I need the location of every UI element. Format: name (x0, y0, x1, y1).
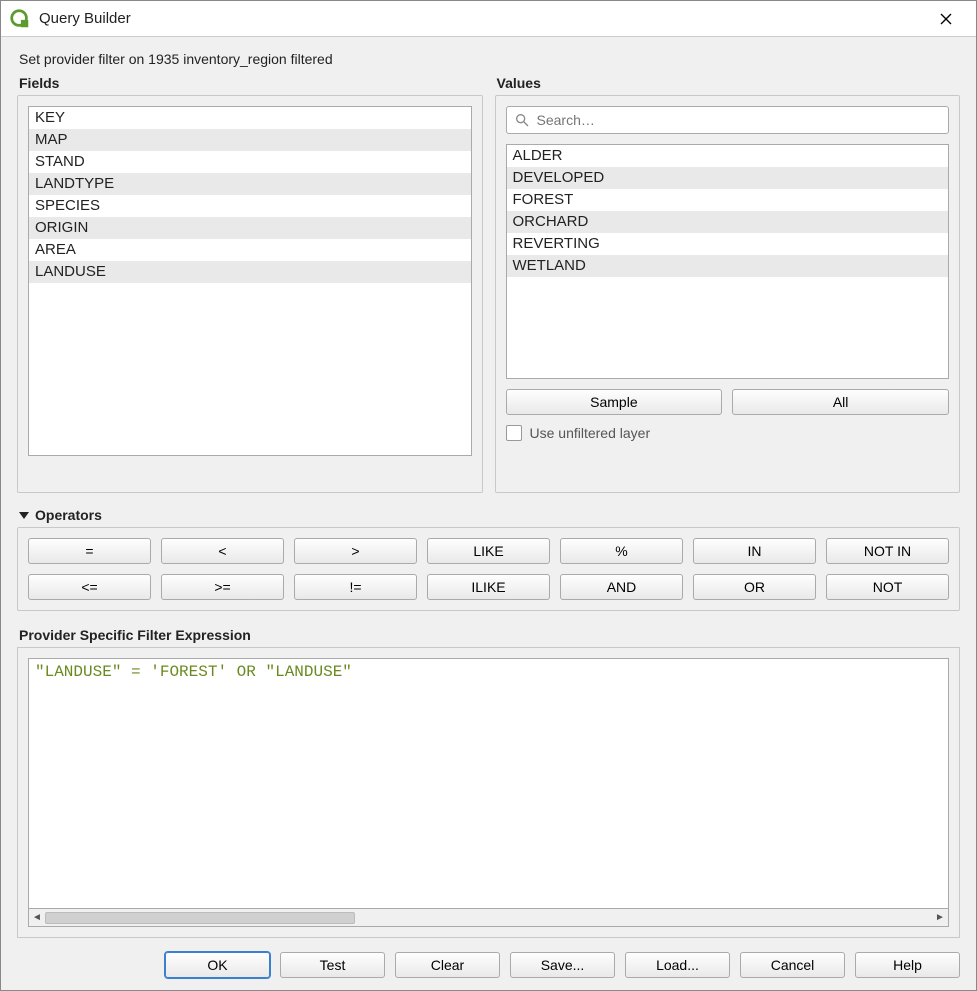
field-item[interactable]: SPECIES (29, 195, 471, 217)
all-button[interactable]: All (732, 389, 949, 415)
qgis-icon (9, 8, 31, 30)
expression-textarea[interactable]: "LANDUSE" = 'FOREST' OR "LANDUSE" (28, 658, 949, 909)
operator-button[interactable]: NOT (826, 574, 949, 600)
values-list[interactable]: ALDERDEVELOPEDFORESTORCHARDREVERTINGWETL… (506, 144, 950, 379)
ok-button[interactable]: OK (165, 952, 270, 978)
operator-button[interactable]: != (294, 574, 417, 600)
value-item[interactable]: ORCHARD (507, 211, 949, 233)
fields-column: Fields KEYMAPSTANDLANDTYPESPECIESORIGINA… (17, 75, 483, 493)
load-button[interactable]: Load... (625, 952, 730, 978)
cancel-button[interactable]: Cancel (740, 952, 845, 978)
operator-button[interactable]: >= (161, 574, 284, 600)
scroll-left-icon: ◄ (29, 910, 45, 926)
field-item[interactable]: STAND (29, 151, 471, 173)
clear-button[interactable]: Clear (395, 952, 500, 978)
close-icon (940, 13, 952, 25)
help-button[interactable]: Help (855, 952, 960, 978)
field-item[interactable]: LANDTYPE (29, 173, 471, 195)
test-button[interactable]: Test (280, 952, 385, 978)
values-column: Values ALDERDEVELOPEDFORESTORCHARDREVERT… (495, 75, 961, 493)
sample-button[interactable]: Sample (506, 389, 723, 415)
expression-hscrollbar[interactable]: ◄ ► (28, 909, 949, 927)
disclosure-down-icon (19, 512, 29, 519)
value-item[interactable]: DEVELOPED (507, 167, 949, 189)
save-button[interactable]: Save... (510, 952, 615, 978)
field-item[interactable]: LANDUSE (29, 261, 471, 283)
value-item[interactable]: ALDER (507, 145, 949, 167)
values-label: Values (497, 75, 961, 91)
operator-button[interactable]: <= (28, 574, 151, 600)
search-icon (514, 112, 530, 128)
scroll-right-icon: ► (932, 910, 948, 926)
operator-button[interactable]: % (560, 538, 683, 564)
field-item[interactable]: AREA (29, 239, 471, 261)
operator-button[interactable]: > (294, 538, 417, 564)
fields-label: Fields (19, 75, 483, 91)
value-item[interactable]: FOREST (507, 189, 949, 211)
operators-label: Operators (35, 507, 102, 523)
close-button[interactable] (924, 5, 968, 33)
use-unfiltered-label: Use unfiltered layer (530, 425, 651, 441)
operator-button[interactable]: < (161, 538, 284, 564)
field-item[interactable]: MAP (29, 129, 471, 151)
operator-button[interactable]: ILIKE (427, 574, 550, 600)
dialog-button-row: OK Test Clear Save... Load... Cancel Hel… (17, 952, 960, 978)
value-item[interactable]: WETLAND (507, 255, 949, 277)
operator-button[interactable]: IN (693, 538, 816, 564)
titlebar: Query Builder (1, 1, 976, 37)
operator-button[interactable]: NOT IN (826, 538, 949, 564)
query-builder-window: Query Builder Set provider filter on 193… (0, 0, 977, 991)
expression-label: Provider Specific Filter Expression (19, 627, 960, 643)
operator-button[interactable]: OR (693, 574, 816, 600)
operators-grid: = < > LIKE% IN NOT IN <= >= != ILIKE AND OR NOT (28, 538, 949, 600)
fields-list[interactable]: KEYMAPSTANDLANDTYPESPECIESORIGINAREALAND… (28, 106, 472, 456)
operators-toggle[interactable]: Operators (19, 507, 960, 523)
value-item[interactable]: REVERTING (507, 233, 949, 255)
operator-button[interactable]: AND (560, 574, 683, 600)
dialog-content: Set provider filter on 1935 inventory_re… (1, 37, 976, 990)
values-search-input[interactable] (506, 106, 950, 134)
use-unfiltered-checkbox[interactable] (506, 425, 522, 441)
operator-button[interactable]: = (28, 538, 151, 564)
field-item[interactable]: ORIGIN (29, 217, 471, 239)
operator-button[interactable]: LIKE (427, 538, 550, 564)
field-item[interactable]: KEY (29, 107, 471, 129)
provider-hint: Set provider filter on 1935 inventory_re… (19, 51, 958, 67)
window-title: Query Builder (39, 10, 924, 27)
